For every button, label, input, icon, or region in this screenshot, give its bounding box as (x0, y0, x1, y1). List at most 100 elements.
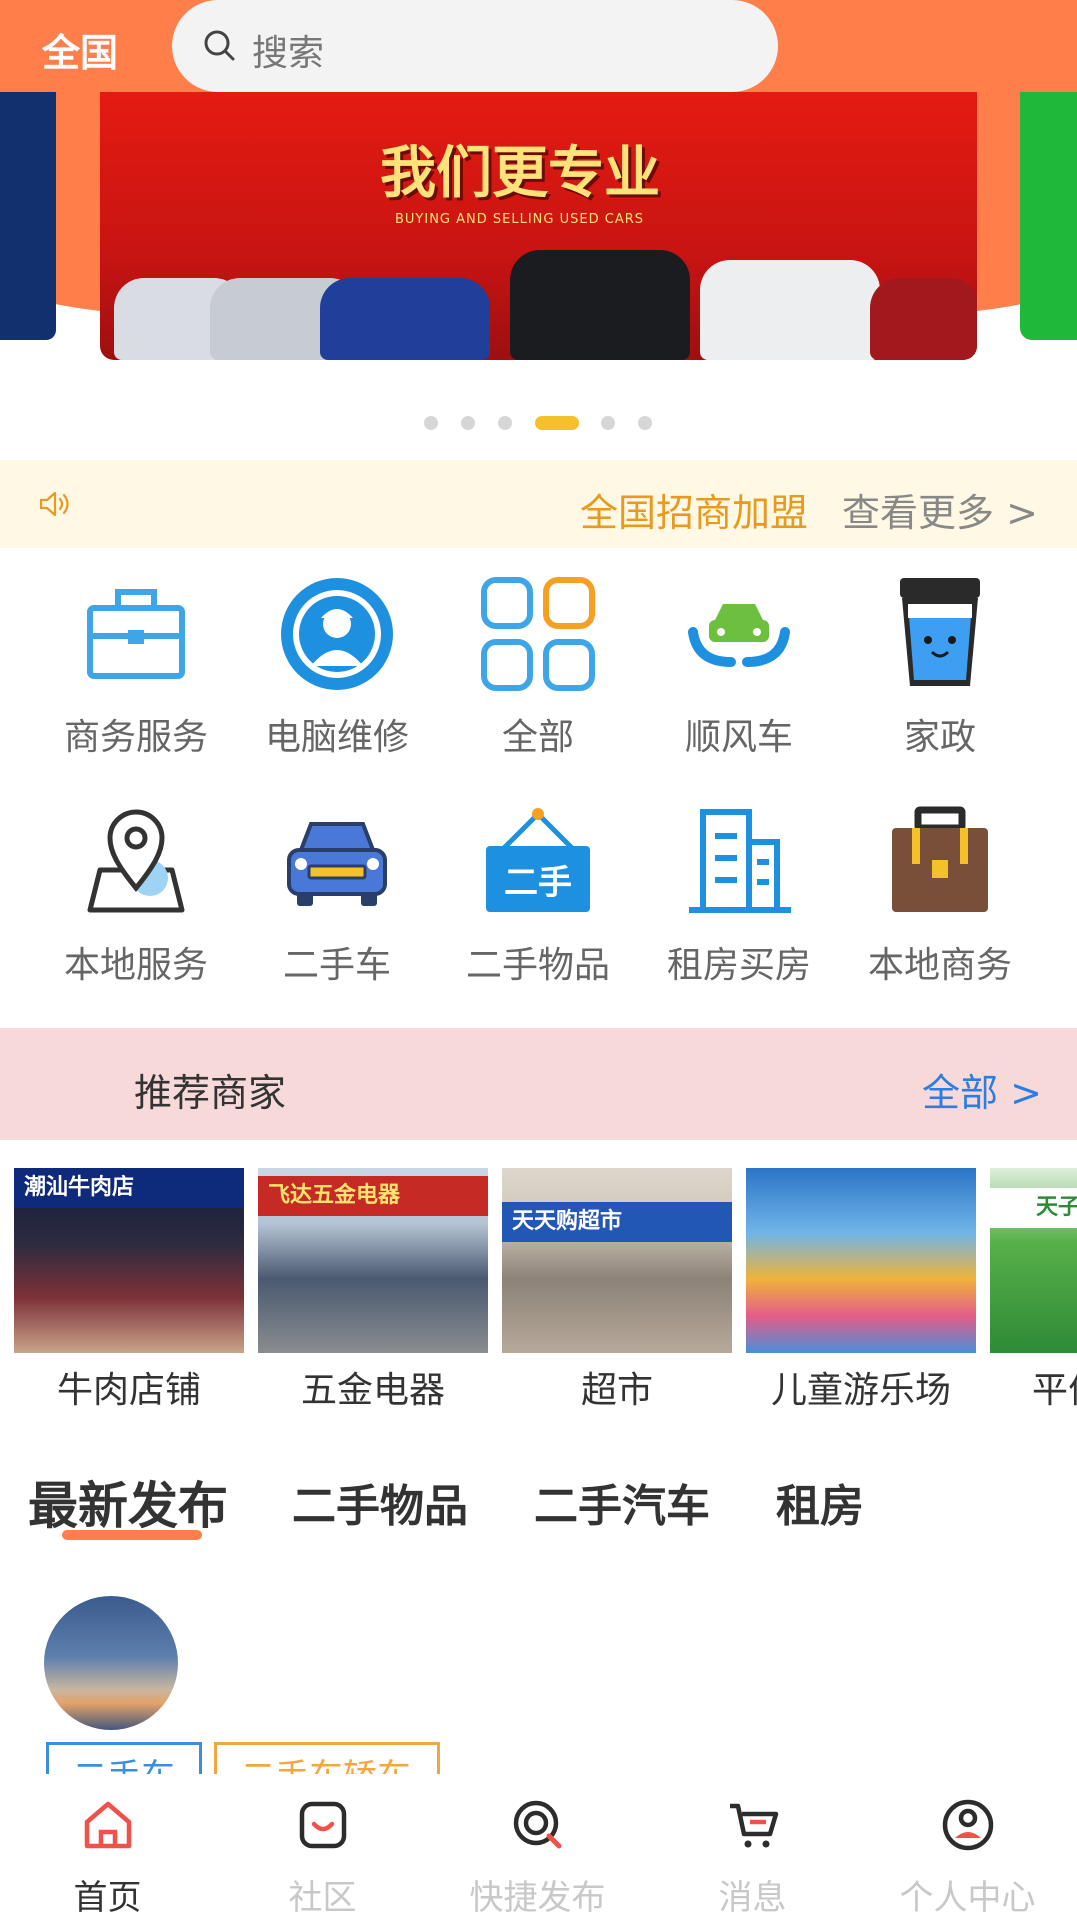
nav-label: 首页 (73, 1878, 142, 1917)
home-icon (84, 1801, 132, 1849)
car-image (320, 278, 490, 360)
category-label: 家政 (903, 717, 976, 758)
category-used-car[interactable]: 二手车 (237, 776, 437, 986)
shop-sign: 潮汕牛肉店 (14, 1168, 244, 1208)
notice-text[interactable]: 全国招商加盟 (580, 482, 808, 537)
merchant-photo: 天子 (990, 1168, 1077, 1353)
banner-carousel[interactable]: 我们更专业 BUYING AND SELLING USED CARS (0, 92, 1077, 452)
category-label: 全部 (501, 717, 574, 758)
grid-icon (481, 577, 595, 691)
merchant-name: 牛肉店铺 (56, 1370, 201, 1408)
nav-label: 快捷发布 (469, 1878, 606, 1917)
merchant-card[interactable]: 儿童游乐场 (746, 1168, 976, 1408)
carousel-dot[interactable] (498, 416, 512, 430)
city-selector[interactable]: 全国 (42, 22, 118, 77)
shop-sign: 飞达五金电器 (258, 1176, 488, 1216)
category-local-business[interactable]: 本地商务 (840, 776, 1040, 986)
merchant-name: 五金电器 (300, 1370, 445, 1408)
carousel-dot[interactable] (638, 416, 652, 430)
category-label: 二手车 (282, 945, 391, 986)
tab-used-cars[interactable]: 二手汽车 (534, 1470, 710, 1534)
recommended-merchants-header: 推荐商家 全部 > (0, 1028, 1077, 1140)
category-label: 本地商务 (867, 945, 1012, 986)
speaker-icon (39, 491, 69, 517)
community-icon (299, 1801, 347, 1849)
category-label: 商务服务 (63, 717, 208, 758)
notice-more-link[interactable]: 查看更多 > (842, 482, 1038, 537)
building-icon (689, 809, 791, 913)
secondhand-sign-icon: 二手 (486, 808, 590, 912)
merchant-list[interactable]: 潮汕牛肉店 牛肉店铺 飞达五金电器 五金电器 天天购超市 超市 儿童游乐场 天子… (0, 1168, 1077, 1408)
avatar[interactable] (44, 1596, 178, 1730)
car-image (870, 278, 977, 360)
category-secondhand-goods[interactable]: 二手 二手物品 (438, 776, 638, 986)
banner-slide[interactable]: 我们更专业 BUYING AND SELLING USED CARS (100, 92, 977, 360)
merchants-all-link[interactable]: 全部 > (922, 1062, 1042, 1117)
carousel-dot[interactable] (461, 416, 475, 430)
tab-rental[interactable]: 租房 (776, 1470, 864, 1534)
banner-next-slide[interactable] (1020, 92, 1077, 340)
search-input[interactable]: 搜索 (172, 0, 778, 92)
category-label: 顺风车 (684, 717, 793, 758)
banner-slogan: 我们更专业 (380, 140, 660, 206)
category-all[interactable]: 全部 (438, 548, 638, 758)
merchant-card[interactable]: 天天购超市 超市 (502, 1168, 732, 1408)
active-tab-indicator (62, 1530, 202, 1540)
tab-latest[interactable]: 最新发布 (28, 1466, 228, 1538)
carousel-dot[interactable] (601, 416, 615, 430)
svg-text:二手: 二手 (504, 863, 572, 903)
merchant-card[interactable]: 天子 平价 (990, 1168, 1077, 1408)
category-label: 租房买房 (666, 945, 811, 986)
merchant-card[interactable]: 飞达五金电器 五金电器 (258, 1168, 488, 1408)
car-image (510, 250, 690, 360)
shop-sign: 天子 (990, 1188, 1077, 1228)
merchant-photo (746, 1168, 976, 1353)
shop-sign (746, 1168, 976, 1208)
top-header: 全国 搜索 (0, 0, 1077, 92)
shop-sign: 天天购超市 (502, 1202, 732, 1242)
cart-message-icon (730, 1803, 779, 1848)
search-placeholder: 搜索 (252, 33, 325, 74)
carousel-dot-active[interactable] (535, 416, 579, 430)
carpool-icon (688, 604, 790, 667)
banner-subtitle: BUYING AND SELLING USED CARS (395, 212, 644, 227)
quick-publish-icon (513, 1800, 562, 1849)
category-label: 本地服务 (63, 945, 208, 986)
nav-user-center[interactable]: 个人中心 (860, 1774, 1075, 1917)
category-computer-repair[interactable]: 电脑维修 (237, 548, 437, 758)
tab-secondhand-goods[interactable]: 二手物品 (292, 1470, 468, 1534)
category-housekeeping[interactable]: 家政 (840, 548, 1040, 758)
category-rent-buy-house[interactable]: 租房买房 (639, 776, 839, 986)
bag-icon (892, 806, 988, 912)
category-label: 二手物品 (465, 945, 610, 986)
merchant-name: 平价 (1032, 1370, 1077, 1408)
nav-quick-publish[interactable]: 快捷发布 (430, 1774, 645, 1917)
nav-label: 消息 (718, 1878, 787, 1917)
category-label: 电脑维修 (264, 717, 409, 758)
cup-icon (900, 578, 980, 686)
nav-label: 个人中心 (899, 1878, 1036, 1917)
carousel-dot[interactable] (424, 416, 438, 430)
nav-messages[interactable]: 消息 (645, 1774, 860, 1917)
carousel-indicator (0, 414, 1077, 430)
briefcase-icon (87, 589, 185, 679)
merchant-photo: 潮汕牛肉店 (14, 1168, 244, 1353)
merchant-name: 儿童游乐场 (770, 1370, 951, 1408)
bottom-navigation: 首页 社区 快捷发布 消息 个人中心 (0, 1774, 1077, 1917)
merchant-photo: 飞达五金电器 (258, 1168, 488, 1353)
category-business-service[interactable]: 商务服务 (36, 548, 236, 758)
notice-bar[interactable]: 全国招商加盟 查看更多 > (0, 460, 1077, 548)
car-icon (287, 822, 387, 906)
merchant-card[interactable]: 潮汕牛肉店 牛肉店铺 (14, 1168, 244, 1408)
search-icon (204, 30, 235, 61)
section-title: 推荐商家 (134, 1071, 287, 1115)
technician-icon (281, 578, 393, 690)
nav-community[interactable]: 社区 (215, 1774, 430, 1917)
banner-prev-slide[interactable] (0, 92, 56, 340)
user-center-icon (942, 1799, 994, 1851)
category-local-service[interactable]: 本地服务 (36, 776, 236, 986)
merchant-photo: 天天购超市 (502, 1168, 732, 1353)
category-carpool[interactable]: 顺风车 (639, 548, 839, 758)
nav-home[interactable]: 首页 (0, 1774, 215, 1917)
nav-label: 社区 (288, 1878, 357, 1917)
